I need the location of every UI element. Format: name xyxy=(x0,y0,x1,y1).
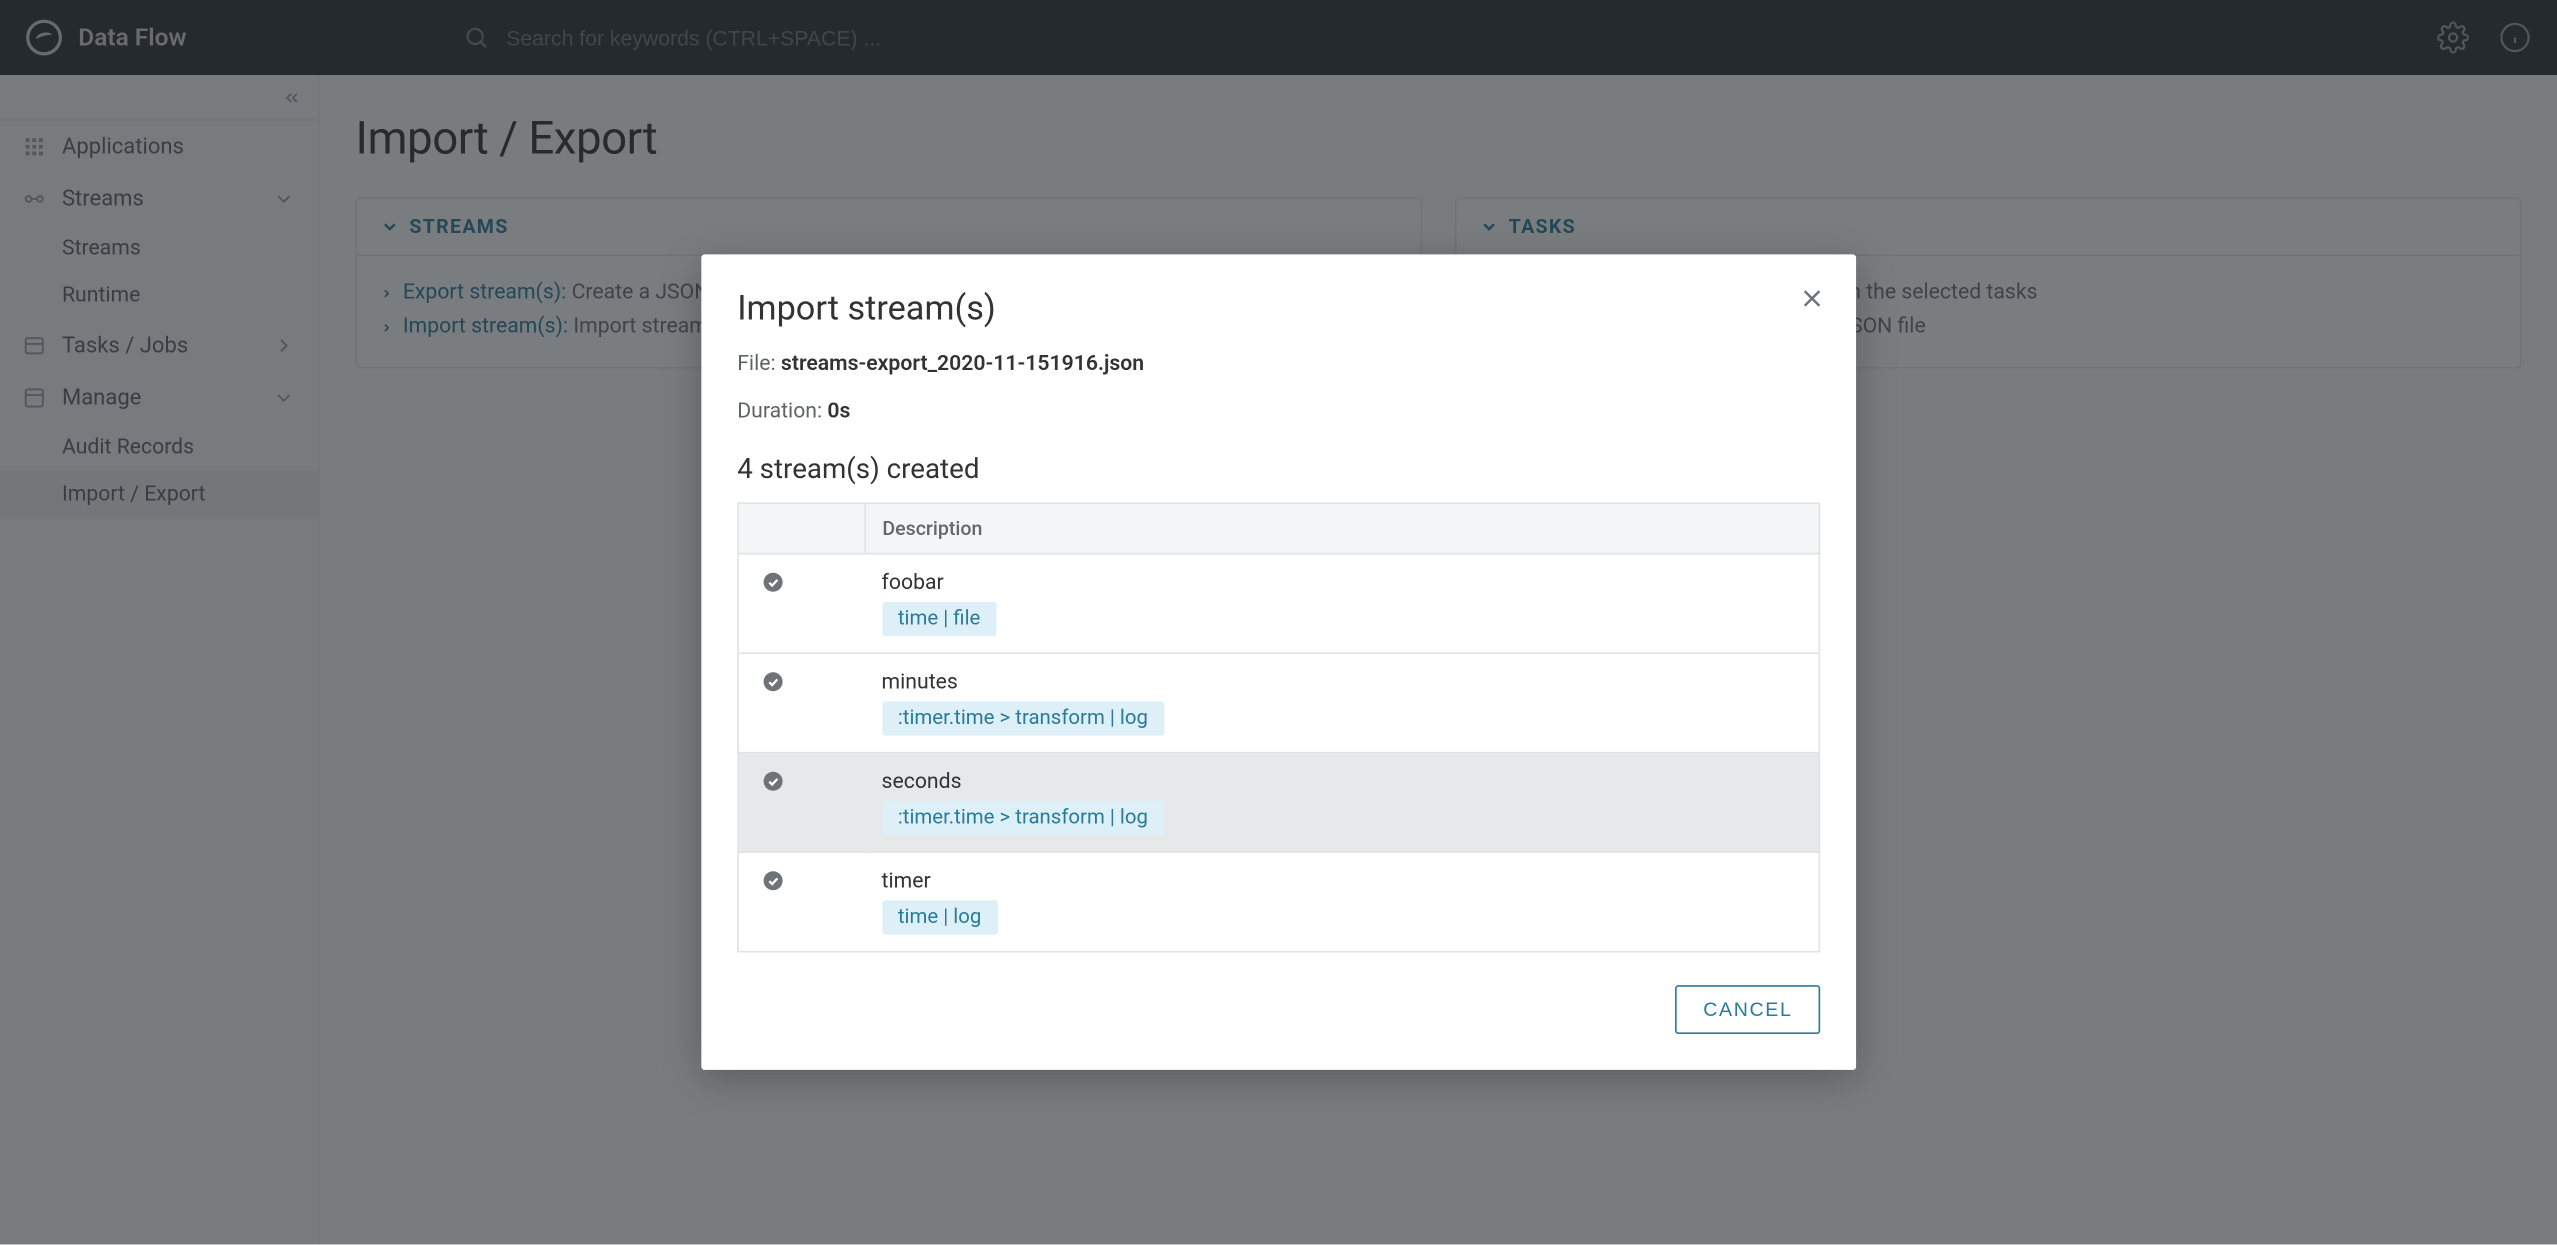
stream-dsl: :timer.time > transform | log xyxy=(882,701,1165,735)
modal-file-meta: File: streams-export_2020-11-151916.json xyxy=(737,352,1820,376)
modal-duration-meta: Duration: 0s xyxy=(737,400,1820,424)
stream-dsl: time | file xyxy=(882,602,997,636)
stream-name: seconds xyxy=(882,770,1803,794)
description-cell: foobar time | file xyxy=(865,554,1819,653)
status-col-header xyxy=(738,503,865,554)
description-cell: timer time | log xyxy=(865,852,1819,951)
status-cell xyxy=(738,852,865,951)
check-circle-icon xyxy=(762,571,785,594)
close-icon[interactable] xyxy=(1797,284,1826,313)
status-cell xyxy=(738,753,865,852)
status-cell xyxy=(738,554,865,653)
stream-dsl: :timer.time > transform | log xyxy=(882,801,1165,835)
check-circle-icon xyxy=(762,770,785,793)
stream-dsl: time | log xyxy=(882,900,998,934)
table-row: foobar time | file xyxy=(738,554,1819,653)
check-circle-icon xyxy=(762,670,785,693)
stream-name: minutes xyxy=(882,670,1803,694)
modal-overlay[interactable]: Import stream(s) File: streams-export_20… xyxy=(0,0,2557,1244)
table-row: timer time | log xyxy=(738,852,1819,951)
check-circle-icon xyxy=(762,869,785,892)
results-table: Description foobar time | file minutes :tim… xyxy=(737,502,1820,952)
created-heading: 4 stream(s) created xyxy=(737,453,1820,486)
description-cell: minutes :timer.time > transform | log xyxy=(865,653,1819,752)
description-cell: seconds :timer.time > transform | log xyxy=(865,753,1819,852)
desc-col-header: Description xyxy=(865,503,1819,554)
modal-title: Import stream(s) xyxy=(737,290,1820,329)
stream-name: timer xyxy=(882,869,1803,893)
cancel-button[interactable]: CANCEL xyxy=(1676,985,1821,1034)
import-streams-modal: Import stream(s) File: streams-export_20… xyxy=(701,254,1856,1070)
table-row: seconds :timer.time > transform | log xyxy=(738,753,1819,852)
stream-name: foobar xyxy=(882,571,1803,595)
table-row: minutes :timer.time > transform | log xyxy=(738,653,1819,752)
status-cell xyxy=(738,653,865,752)
